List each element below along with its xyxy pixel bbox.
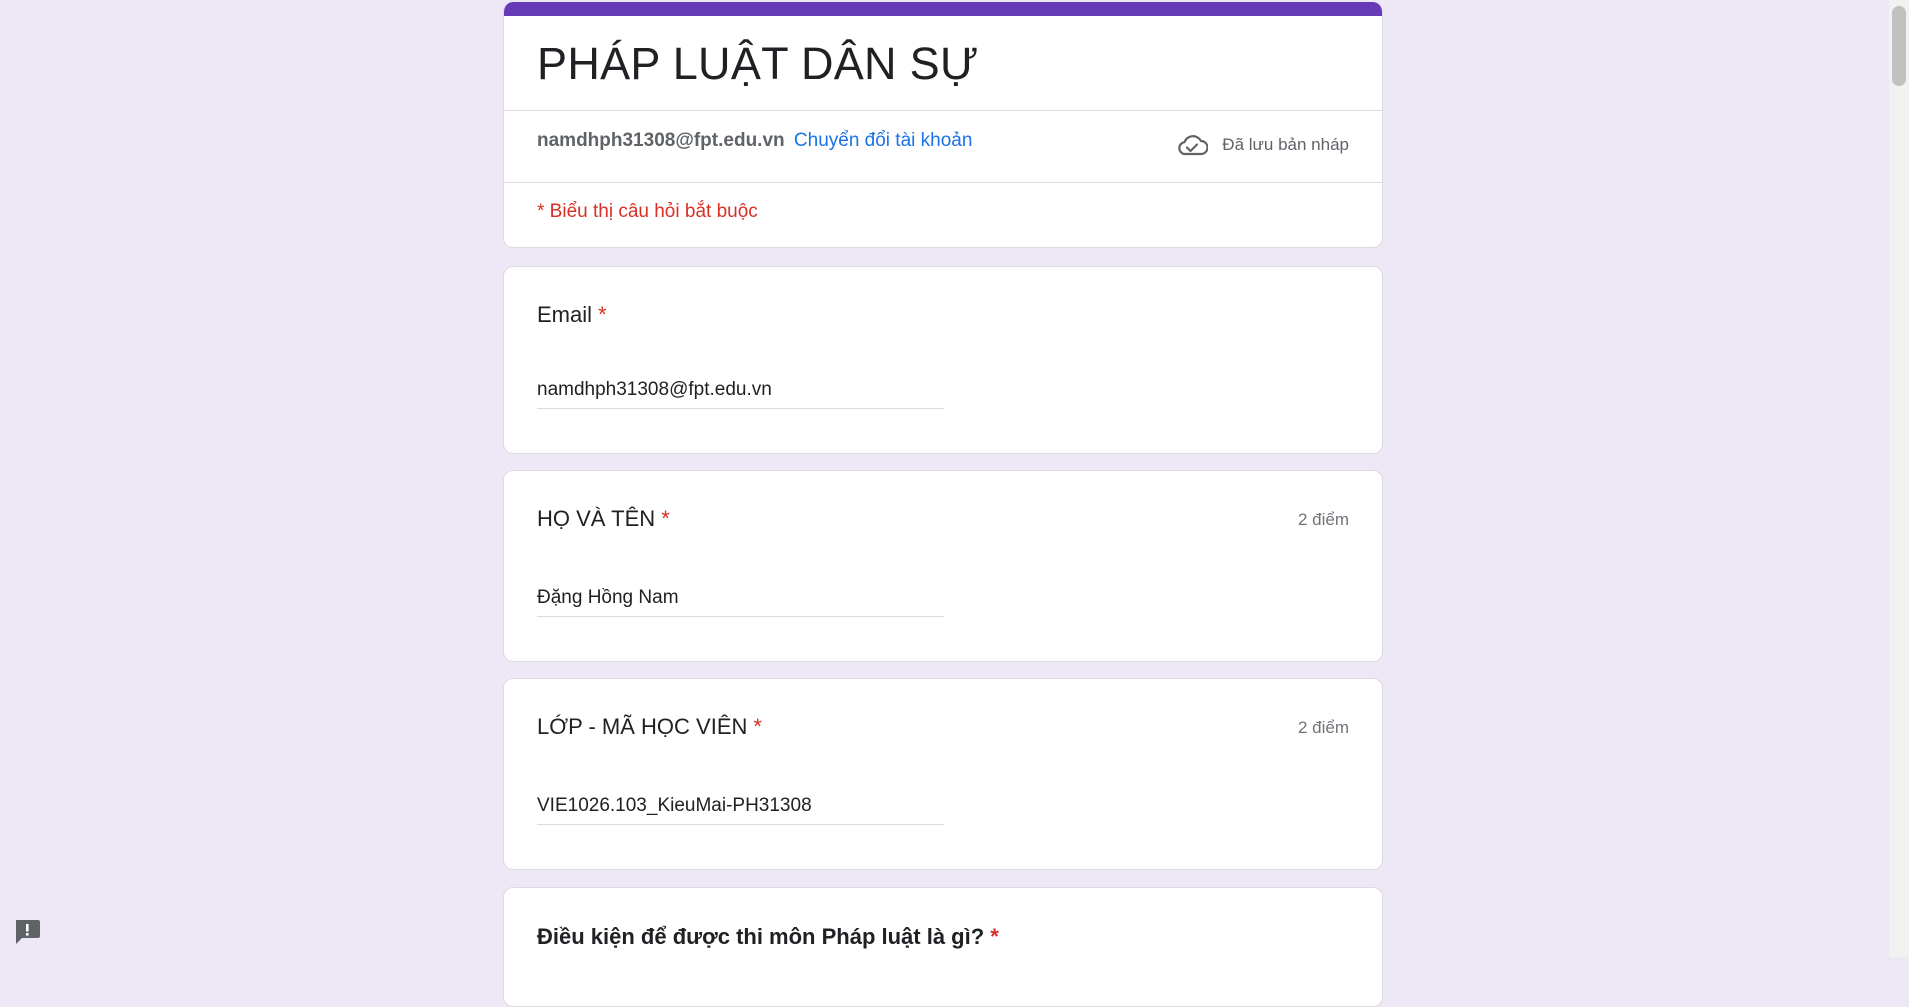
question-title-text: Email bbox=[537, 302, 593, 327]
draft-saved-label: Đã lưu bản nháp bbox=[1222, 135, 1349, 154]
required-asterisk: * bbox=[661, 506, 670, 531]
page-scrollbar[interactable] bbox=[1889, 0, 1909, 957]
question-title: Email * bbox=[537, 301, 607, 329]
account-row: namdhph31308@fpt.edu.vn Chuyển đổi tài k… bbox=[537, 129, 972, 153]
question-points: 2 điểm bbox=[1297, 718, 1349, 737]
switch-account-link[interactable]: Chuyển đổi tài khoản bbox=[794, 130, 973, 151]
account-email: namdhph31308@fpt.edu.vn bbox=[537, 130, 785, 151]
cloud-check-icon bbox=[1178, 135, 1209, 156]
question-title-text: LỚP - MÃ HỌC VIÊN bbox=[537, 714, 748, 739]
required-asterisk: * bbox=[990, 924, 999, 949]
question-points: 2 điểm bbox=[1297, 510, 1349, 529]
question-card-class-student-id: LỚP - MÃ HỌC VIÊN * 2 điểm VIE1026.103_Ki… bbox=[503, 678, 1383, 870]
question-card-exam-conditions: Điều kiện để được thi môn Pháp luật là g… bbox=[503, 887, 1383, 1007]
scrollbar-thumb[interactable] bbox=[1892, 6, 1906, 86]
question-title: LỚP - MÃ HỌC VIÊN * bbox=[537, 713, 762, 741]
theme-accent-bar bbox=[504, 2, 1382, 16]
class-student-id-answer-field[interactable]: VIE1026.103_KieuMai-PH31308 bbox=[537, 791, 944, 825]
required-note: * Biểu thị câu hỏi bắt buộc bbox=[537, 201, 758, 222]
question-title: HỌ VÀ TÊN * bbox=[537, 505, 670, 533]
question-card-full-name: HỌ VÀ TÊN * 2 điểm Đặng Hồng Nam bbox=[503, 470, 1383, 662]
header-divider bbox=[504, 110, 1382, 111]
form-title: PHÁP LUẬT DÂN SỰ bbox=[537, 38, 979, 89]
form-header-card: PHÁP LUẬT DÂN SỰ namdhph31308@fpt.edu.vn… bbox=[503, 2, 1383, 248]
question-card-email: Email * namdhph31308@fpt.edu.vn bbox=[503, 266, 1383, 454]
header-divider-2 bbox=[504, 182, 1382, 183]
email-answer-field[interactable]: namdhph31308@fpt.edu.vn bbox=[537, 375, 944, 409]
draft-saved-status: Đã lưu bản nháp bbox=[1176, 132, 1349, 158]
full-name-answer-field[interactable]: Đặng Hồng Nam bbox=[537, 583, 944, 617]
report-icon[interactable] bbox=[12, 916, 42, 951]
required-asterisk: * bbox=[753, 714, 762, 739]
required-asterisk: * bbox=[598, 302, 607, 327]
question-title-text: Điều kiện để được thi môn Pháp luật là g… bbox=[537, 924, 985, 949]
question-title: Điều kiện để được thi môn Pháp luật là g… bbox=[537, 923, 999, 951]
question-title-text: HỌ VÀ TÊN bbox=[537, 506, 656, 531]
